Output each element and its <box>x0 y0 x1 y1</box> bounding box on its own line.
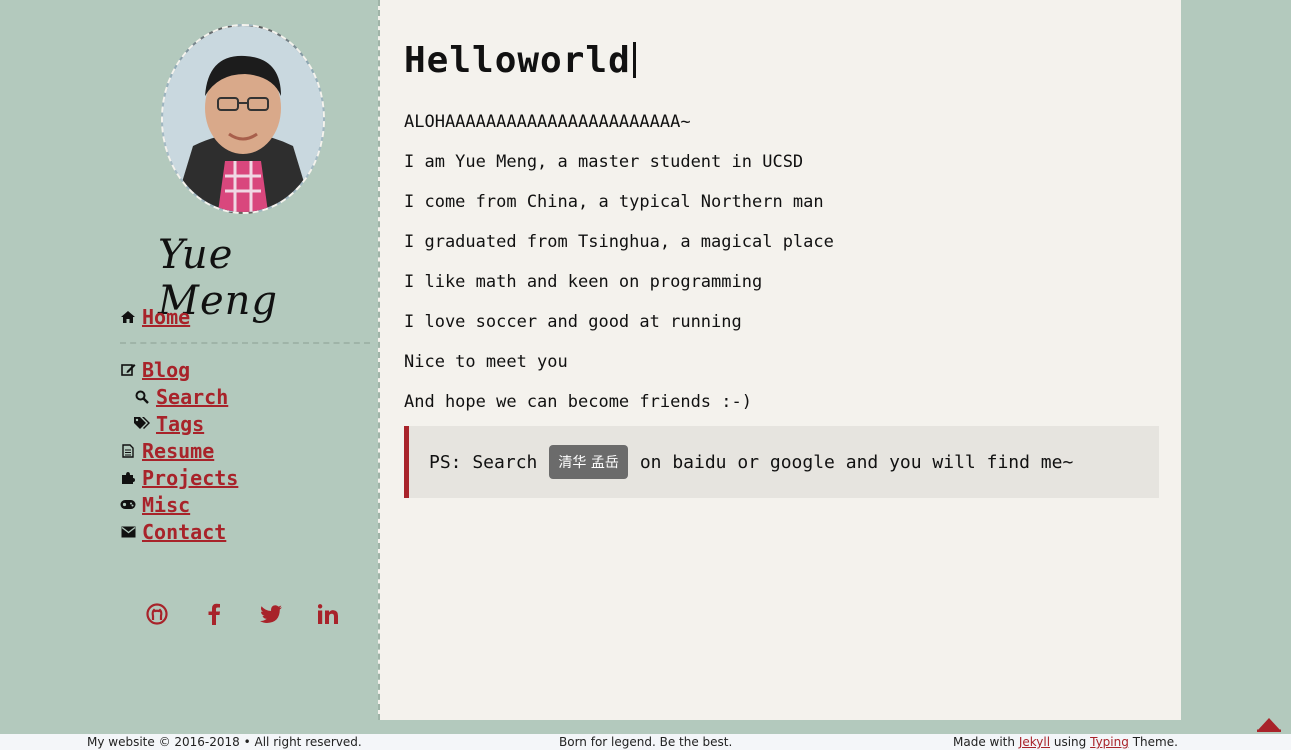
nav-link-tags[interactable]: Tags <box>156 412 204 436</box>
search-icon <box>132 389 152 405</box>
nav-link-projects[interactable]: Projects <box>142 466 238 490</box>
nav-link-contact[interactable]: Contact <box>142 520 226 544</box>
quote-suffix: on baidu or google and you will find me~ <box>639 451 1074 473</box>
nav-link-blog[interactable]: Blog <box>142 358 190 382</box>
nav-item-tags[interactable]: Tags <box>118 410 370 437</box>
edit-icon <box>118 362 138 378</box>
github-icon[interactable] <box>145 600 169 628</box>
footer-credits: Made with Jekyll using Typing Theme. <box>953 735 1178 749</box>
jekyll-link[interactable]: Jekyll <box>1019 735 1050 749</box>
paragraph: I graduated from Tsinghua, a magical pla… <box>404 232 834 252</box>
paragraph: I am Yue Meng, a master student in UCSD <box>404 152 804 172</box>
quote-prefix: PS: Search <box>429 451 538 473</box>
facebook-icon[interactable] <box>202 600 226 628</box>
page-title-text: Helloworld <box>404 40 631 81</box>
back-to-top-button[interactable] <box>1257 714 1281 732</box>
gamepad-icon <box>118 497 138 513</box>
avatar[interactable] <box>161 24 325 214</box>
nav-item-resume[interactable]: Resume <box>118 437 370 464</box>
footer-motto: Born for legend. Be the best. <box>559 735 733 749</box>
social-links <box>145 600 340 628</box>
paragraph: Nice to meet you <box>404 352 568 372</box>
paragraph: ALOHAAAAAAAAAAAAAAAAAAAAAAA~ <box>404 112 691 132</box>
nav-item-search[interactable]: Search <box>118 383 370 410</box>
file-text-icon <box>118 443 138 459</box>
nav-item-misc[interactable]: Misc <box>118 491 370 518</box>
main-nav: Home Blog Search Tags Resume Projects Mi… <box>118 300 370 545</box>
nav-link-search[interactable]: Search <box>156 385 228 409</box>
nav-link-home[interactable]: Home <box>142 305 190 329</box>
footer-copyright: My website © 2016-2018 • All right reser… <box>87 735 362 749</box>
page-title: Helloworld <box>404 40 636 81</box>
nav-link-resume[interactable]: Resume <box>142 439 214 463</box>
nav-item-contact[interactable]: Contact <box>118 518 370 545</box>
paragraph: I love soccer and good at running <box>404 312 742 332</box>
search-keyword-code: 清华 孟岳 <box>549 445 628 479</box>
sidebar: Yue Meng Home Blog Search Tags Resume Pr… <box>0 0 378 720</box>
post-body: ALOHAAAAAAAAAAAAAAAAAAAAAAA~ I am Yue Me… <box>404 112 1164 432</box>
linkedin-icon[interactable] <box>316 600 340 628</box>
footer-made-with: Made with <box>953 735 1015 749</box>
page: Yue Meng Home Blog Search Tags Resume Pr… <box>0 0 1291 750</box>
paragraph: I like math and keen on programming <box>404 272 763 292</box>
nav-item-projects[interactable]: Projects <box>118 464 370 491</box>
puzzle-icon <box>118 470 138 486</box>
typing-theme-link[interactable]: Typing <box>1090 735 1129 749</box>
nav-divider <box>120 342 370 344</box>
nav-item-blog[interactable]: Blog <box>118 356 370 383</box>
typing-cursor <box>632 42 636 78</box>
ps-blockquote: PS: Search 清华 孟岳 on baidu or google and … <box>404 426 1159 498</box>
footer: My website © 2016-2018 • All right reser… <box>0 734 1291 750</box>
paragraph: I come from China, a typical Northern ma… <box>404 192 824 212</box>
footer-theme: Theme. <box>1132 735 1178 749</box>
tags-icon <box>132 416 152 432</box>
footer-using: using <box>1053 735 1087 749</box>
envelope-icon <box>118 524 138 540</box>
nav-item-home[interactable]: Home <box>118 300 370 334</box>
nav-link-misc[interactable]: Misc <box>142 493 190 517</box>
home-icon <box>118 309 138 325</box>
twitter-icon[interactable] <box>259 600 283 628</box>
main-content: Helloworld ALOHAAAAAAAAAAAAAAAAAAAAAAA~ … <box>378 0 1181 720</box>
